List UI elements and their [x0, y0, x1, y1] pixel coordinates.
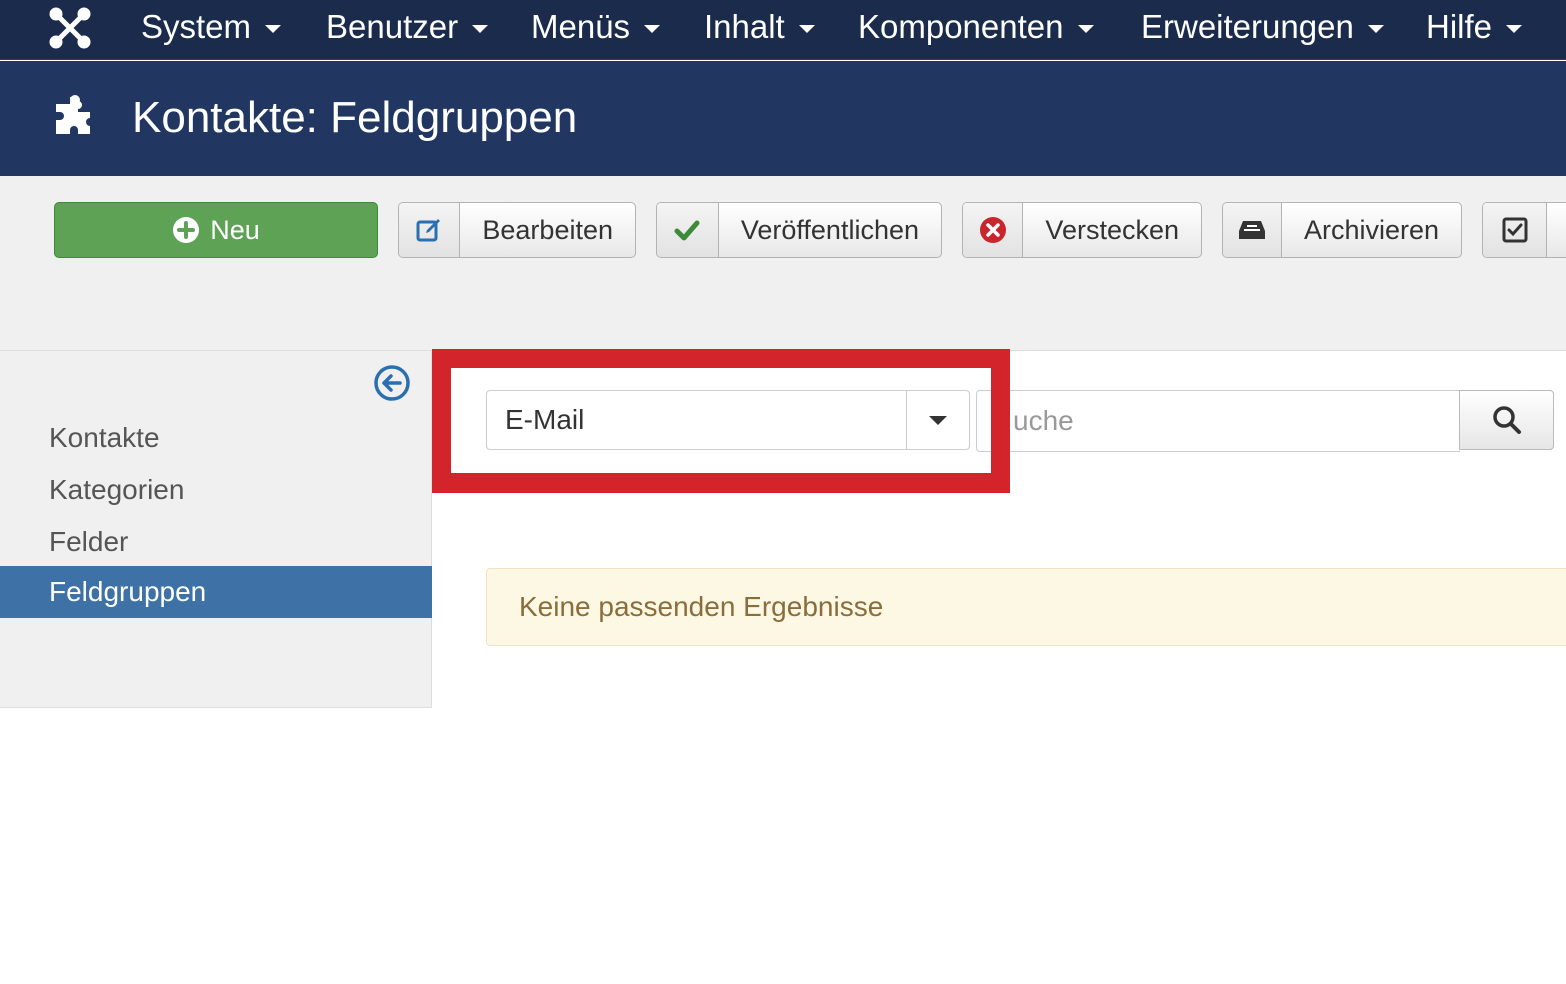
- joomla-logo-icon[interactable]: [48, 6, 92, 50]
- toolbar: Neu Bearbeiten Veröffentlichen Verstecke…: [0, 176, 1566, 351]
- edit-button-label: Bearbeiten: [482, 214, 613, 245]
- caret-down-icon: [798, 25, 815, 33]
- sidebar-item-feldgruppen[interactable]: Feldgruppen: [0, 566, 432, 618]
- page-header: Kontakte: Feldgruppen: [0, 61, 1566, 176]
- nav-menu-erweiterungen[interactable]: Erweiterungen: [1141, 0, 1384, 54]
- caret-down-icon: [1367, 25, 1384, 33]
- page-title: Kontakte: Feldgruppen: [132, 93, 578, 142]
- nav-menu-label: System: [141, 8, 252, 45]
- check-icon: [657, 203, 719, 257]
- search-icon: [1492, 406, 1521, 434]
- new-button-label: Neu: [210, 214, 260, 245]
- nav-menu-label: Erweiterungen: [1141, 8, 1354, 45]
- nav-menu-menus[interactable]: Menüs: [531, 0, 661, 54]
- plus-circle-icon: [173, 217, 200, 243]
- context-select-value: E-Mail: [505, 404, 585, 435]
- sidebar: Kontakte Kategorien Felder Feldgruppen: [0, 351, 432, 708]
- unpublish-button[interactable]: Verstecken: [962, 202, 1202, 258]
- nav-menu-hilfe[interactable]: Hilfe: [1426, 0, 1523, 54]
- remove-circle-icon: [963, 203, 1024, 257]
- sidebar-item-label: Kategorien: [49, 474, 185, 505]
- nav-menu-label: Hilfe: [1426, 8, 1493, 45]
- caret-down-icon: [1077, 25, 1094, 33]
- nav-menu-komponenten[interactable]: Komponenten: [858, 0, 1094, 54]
- sidebar-item-kategorien[interactable]: Kategorien: [0, 464, 432, 516]
- sidebar-item-label: Kontakte: [49, 422, 160, 453]
- new-button[interactable]: Neu: [54, 202, 378, 258]
- sidebar-item-label: Felder: [49, 526, 129, 557]
- caret-down-icon: [1506, 25, 1523, 33]
- nav-menu-system[interactable]: System: [141, 0, 282, 54]
- puzzle-icon: [56, 95, 90, 134]
- archive-button-label: Archivieren: [1303, 214, 1439, 245]
- top-navbar: System Benutzer Menüs Inhalt Komponenten…: [0, 0, 1566, 60]
- sidebar-item-felder[interactable]: Felder: [0, 516, 432, 568]
- caret-down-icon: [265, 25, 282, 33]
- dropdown-arrow[interactable]: [906, 391, 969, 449]
- nav-menu-label: Benutzer: [326, 8, 459, 45]
- sidebar-item-kontakte[interactable]: Kontakte: [0, 412, 432, 464]
- unpublish-button-label: Verstecken: [1045, 214, 1179, 245]
- search-input[interactable]: [976, 390, 1460, 452]
- edit-button[interactable]: Bearbeiten: [398, 202, 636, 258]
- publish-button[interactable]: Veröffentlichen: [656, 202, 942, 258]
- caret-down-icon: [644, 25, 661, 33]
- nav-menu-label: Menüs: [531, 8, 631, 45]
- caret-down-icon: [472, 25, 489, 33]
- alert-message: Keine passenden Ergebnisse: [519, 591, 884, 622]
- archive-icon: [1223, 203, 1282, 257]
- nav-menu-benutzer[interactable]: Benutzer: [326, 0, 489, 54]
- nav-menu-label: Inhalt: [704, 8, 785, 45]
- arrow-left-circle-icon[interactable]: [373, 364, 411, 402]
- context-select[interactable]: E-Mail: [486, 390, 970, 450]
- caret-down-icon: [929, 415, 947, 425]
- sidebar-item-label: Feldgruppen: [49, 576, 207, 607]
- archive-button[interactable]: Archivieren: [1222, 202, 1462, 258]
- checkin-button[interactable]: [1482, 202, 1566, 258]
- checkbox-icon: [1483, 203, 1547, 257]
- edit-icon: [399, 203, 461, 257]
- publish-button-label: Veröffentlichen: [740, 214, 919, 245]
- no-results-alert: Keine passenden Ergebnisse: [486, 568, 1566, 646]
- search-button[interactable]: [1459, 390, 1554, 450]
- nav-menu-inhalt[interactable]: Inhalt: [704, 0, 815, 54]
- nav-menu-label: Komponenten: [858, 8, 1064, 45]
